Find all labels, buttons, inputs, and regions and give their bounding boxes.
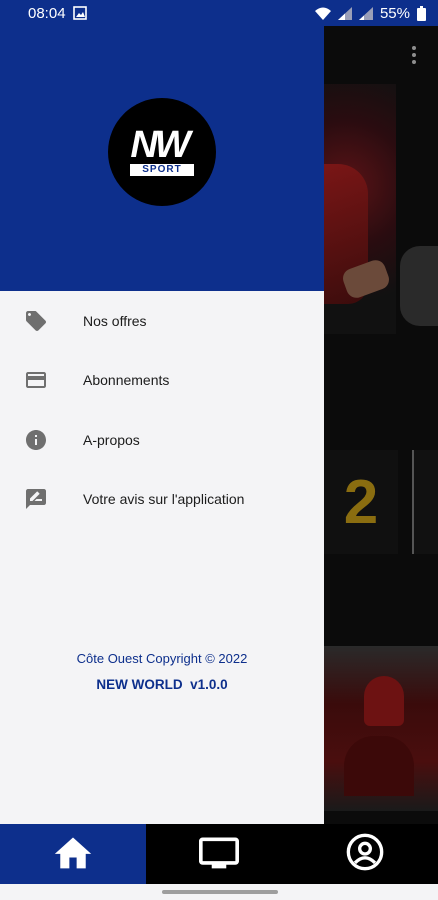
nav-home[interactable]: [0, 824, 146, 884]
menu-item-label: Votre avis sur l'application: [83, 491, 245, 508]
wifi-icon: [314, 7, 331, 20]
video-thumbnail[interactable]: [324, 84, 396, 334]
battery-icon: [417, 5, 426, 21]
drawer-menu: Nos offres Abonnements A-propos Votre av…: [0, 291, 324, 529]
channel-card-edge[interactable]: [412, 450, 438, 554]
status-bar: 08:04 55%: [0, 0, 438, 26]
menu-item-label: Abonnements: [83, 372, 170, 389]
signal-icon: [358, 6, 373, 20]
menu-item-feedback[interactable]: Votre avis sur l'application: [0, 470, 324, 530]
tv-icon: [196, 832, 242, 877]
menu-item-about[interactable]: A-propos: [0, 410, 324, 470]
tag-icon: [24, 309, 48, 333]
video-thumbnail-edge: [400, 246, 438, 326]
bottom-navigation: [0, 824, 438, 884]
drawer-header: NW SPORT: [0, 26, 324, 291]
channel-card-numeral: 2: [343, 467, 379, 537]
logo-subtitle: SPORT: [130, 164, 194, 176]
video-thumbnail[interactable]: [324, 646, 438, 811]
logo-mark: NW: [130, 124, 190, 166]
gesture-bar: [0, 884, 438, 900]
gesture-handle[interactable]: [162, 890, 278, 894]
account-icon: [345, 832, 385, 877]
app-logo: NW SPORT: [108, 98, 216, 206]
menu-item-label: A-propos: [83, 431, 140, 448]
battery-level: 55%: [379, 4, 410, 22]
feedback-icon: [24, 487, 48, 511]
channel-card[interactable]: 2: [324, 450, 398, 554]
home-icon: [51, 832, 95, 877]
info-icon: [24, 428, 48, 452]
menu-item-label: Nos offres: [83, 312, 147, 329]
copyright-text: Côte Ouest Copyright © 2022: [76, 651, 248, 666]
signal-icon: [337, 6, 352, 20]
menu-item-offers[interactable]: Nos offres: [0, 291, 324, 351]
status-time: 08:04: [28, 4, 66, 22]
menu-item-subscriptions[interactable]: Abonnements: [0, 351, 324, 411]
image-icon: [72, 6, 87, 20]
app-version: NEW WORLD v1.0.0: [96, 677, 228, 692]
credit-card-icon: [24, 368, 48, 392]
nav-tv[interactable]: [146, 824, 292, 884]
nav-account[interactable]: [292, 824, 438, 884]
more-options-icon[interactable]: [412, 46, 416, 64]
navigation-drawer: NW SPORT Nos offres Abonnements A-propos: [0, 26, 324, 824]
